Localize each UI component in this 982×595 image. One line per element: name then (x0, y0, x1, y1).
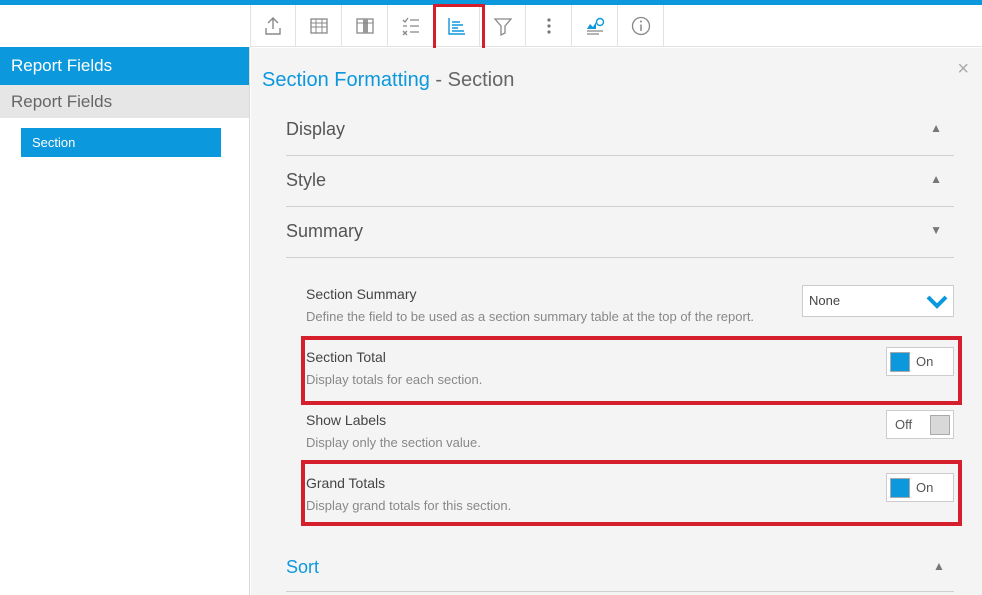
sidebar-item-section[interactable]: Section (21, 128, 221, 157)
sidebar-header: Report Fields (0, 47, 249, 85)
chart-icon (586, 17, 604, 35)
more-button[interactable] (526, 5, 572, 47)
section-format-button[interactable] (433, 4, 485, 54)
sidebar-subheader[interactable]: Report Fields (0, 85, 249, 118)
toggle-state: Off (895, 417, 913, 432)
setting-section-total: Section Total Display totals for each se… (306, 349, 956, 387)
columns-button[interactable] (342, 5, 388, 47)
table-button[interactable] (296, 5, 342, 47)
toggle-knob (930, 415, 950, 435)
chevron-up-icon: ▲ (930, 121, 942, 135)
setting-name: Show Labels (306, 412, 387, 428)
checklist-icon (402, 17, 419, 36)
divider (286, 591, 954, 592)
accordion-summary[interactable]: Summary ▼ (286, 207, 954, 258)
setting-name: Section Total (306, 349, 386, 365)
grand-totals-toggle[interactable]: On (886, 473, 954, 502)
filter-button[interactable] (480, 5, 526, 47)
setting-grand-totals: Grand Totals Display grand totals for th… (306, 475, 956, 513)
accordion-label: Display (286, 119, 346, 139)
chevron-down-icon (926, 295, 948, 309)
more-icon (546, 18, 551, 34)
setting-show-labels: Show Labels Display only the section val… (306, 412, 956, 450)
chevron-up-icon: ▲ (933, 559, 945, 573)
accordion-display[interactable]: Display ▲ (286, 105, 954, 156)
title-main: Section Formatting (262, 69, 430, 91)
section-total-toggle[interactable]: On (886, 347, 954, 376)
toggle-state: On (916, 480, 934, 495)
section-format-icon (447, 18, 465, 35)
page-title: Section Formatting - Section (262, 69, 514, 92)
toggle-knob (890, 478, 910, 498)
title-suffix: Section (447, 69, 515, 91)
select-value: None (809, 293, 841, 308)
columns-icon (355, 18, 374, 34)
setting-name: Grand Totals (306, 475, 386, 491)
toggle-state: On (916, 354, 934, 369)
chevron-up-icon: ▲ (930, 172, 942, 186)
report-fields-sidebar: Report Fields Report Fields Section (0, 47, 250, 595)
setting-desc: Display only the section value. (306, 435, 481, 450)
title-separator: - (435, 69, 443, 91)
info-button[interactable] (618, 5, 664, 47)
accordion-style[interactable]: Style ▲ (286, 156, 954, 207)
info-icon (631, 16, 650, 36)
export-icon (265, 17, 281, 35)
close-icon[interactable]: × (957, 58, 969, 81)
setting-desc: Display grand totals for this section. (306, 498, 512, 513)
section-formatting-panel: Section Formatting - Section × Display ▲… (251, 48, 982, 595)
chart-button[interactable] (572, 5, 618, 47)
toggle-knob (890, 352, 910, 372)
checklist-button[interactable] (388, 5, 434, 47)
setting-desc: Display totals for each section. (306, 372, 483, 387)
section-summary-select[interactable]: None (802, 285, 954, 317)
toolbar (250, 4, 982, 54)
show-labels-toggle[interactable]: Off (886, 410, 954, 439)
table-icon (309, 18, 328, 34)
filter-icon (493, 18, 512, 37)
export-button[interactable] (250, 5, 296, 47)
chevron-down-icon: ▼ (930, 223, 942, 237)
accordion-label: Style (286, 170, 327, 190)
accordion-sort-label[interactable]: Sort (286, 557, 319, 578)
accordion-label: Summary (286, 221, 364, 241)
